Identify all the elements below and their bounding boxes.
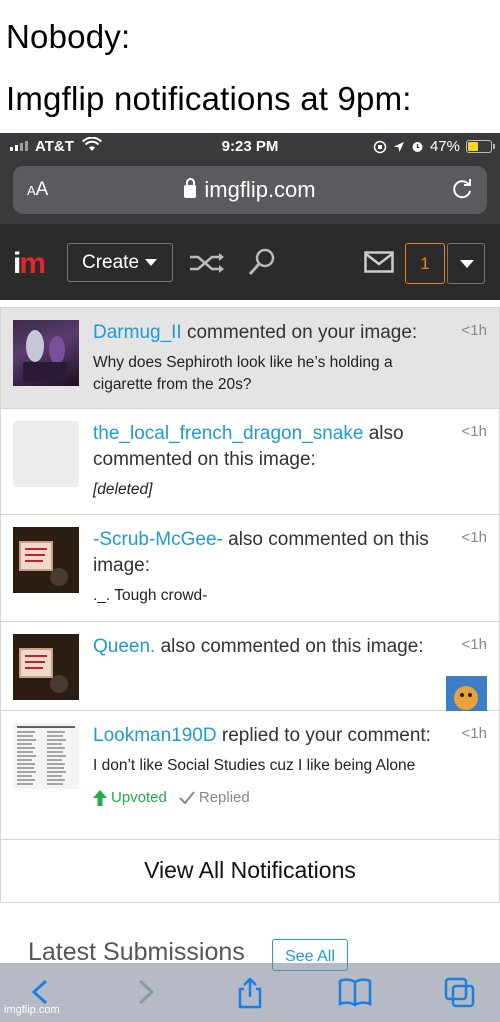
image-thumbnail[interactable] — [13, 527, 79, 593]
chevron-down-icon — [145, 259, 158, 266]
timestamp: <1h — [461, 725, 487, 742]
safari-toolbar — [0, 963, 500, 1022]
reply-status: Replied — [179, 785, 250, 811]
safari-url-area: AA imgflip.com — [0, 161, 500, 224]
notification-item[interactable]: the_local_french_dragon_snake also comme… — [0, 409, 500, 515]
bookmarks-icon[interactable] — [338, 977, 372, 1007]
username-link[interactable]: the_local_french_dragon_snake — [93, 423, 363, 444]
notification-count-button[interactable]: 1 — [405, 243, 445, 284]
url-text: imgflip.com — [204, 177, 316, 202]
notification-item[interactable]: Lookman190D replied to your comment: I d… — [0, 711, 500, 840]
shuffle-icon[interactable] — [188, 249, 228, 277]
upvote-button[interactable]: Upvoted — [93, 785, 167, 811]
comment-text: [deleted] — [93, 481, 153, 498]
orientation-lock-icon — [373, 140, 387, 153]
image-thumbnail[interactable] — [13, 723, 79, 789]
caption-line-2: Imgflip notifications at 9pm: — [6, 80, 412, 117]
username-link[interactable]: Queen. — [93, 636, 155, 657]
location-icon — [393, 141, 404, 152]
username-link[interactable]: -Scrub-McGee- — [93, 529, 223, 550]
lock-icon — [184, 178, 197, 198]
arrow-up-icon — [93, 790, 107, 806]
timestamp: <1h — [461, 636, 487, 653]
timestamp: <1h — [461, 529, 487, 546]
imgflip-logo[interactable]: im — [13, 247, 46, 281]
url-bar[interactable]: AA imgflip.com — [13, 166, 487, 214]
imgflip-watermark: imgflip.com — [4, 1004, 60, 1016]
image-thumbnail[interactable] — [13, 421, 79, 487]
caption-line-1: Nobody: — [6, 18, 131, 55]
comment-text: Why does Sephiroth look like he’s holdin… — [93, 354, 393, 393]
username-link[interactable]: Darmug_II — [93, 322, 182, 343]
timestamp: <1h — [461, 322, 487, 339]
checkmark-icon — [179, 791, 195, 805]
comment-text: ._. Tough crowd- — [93, 587, 208, 604]
notifications-list: Darmug_II commented on your image: Why d… — [0, 307, 500, 903]
battery-percent: 47% — [429, 138, 460, 155]
user-dropdown-button[interactable] — [447, 243, 485, 284]
commenter-image-thumbnail[interactable] — [446, 676, 487, 714]
comment-text: I don’t like Social Studies cuz I like b… — [93, 757, 416, 774]
notification-item[interactable]: Darmug_II commented on your image: Why d… — [0, 307, 500, 409]
tabs-icon[interactable] — [444, 977, 476, 1009]
reload-icon[interactable] — [449, 176, 475, 202]
back-icon[interactable] — [28, 977, 52, 1007]
username-link[interactable]: Lookman190D — [93, 725, 217, 746]
battery-icon — [466, 140, 495, 153]
timestamp: <1h — [461, 423, 487, 440]
share-icon[interactable] — [235, 977, 265, 1009]
imgflip-navbar: im Create 1 — [0, 224, 500, 300]
ios-status-bar: AT&T 9:23 PM 47% — [0, 133, 500, 161]
mail-icon[interactable] — [364, 251, 394, 273]
image-thumbnail[interactable] — [13, 634, 79, 700]
forward-icon[interactable] — [134, 977, 158, 1007]
search-icon[interactable] — [246, 246, 278, 278]
alarm-icon — [412, 142, 423, 152]
notification-item[interactable]: Queen. also commented on this image: <1h — [0, 622, 500, 714]
image-thumbnail[interactable] — [13, 320, 79, 386]
create-button[interactable]: Create — [67, 243, 173, 282]
view-all-notifications-button[interactable]: View All Notifications — [0, 840, 500, 903]
notification-item[interactable]: -Scrub-McGee- also commented on this ima… — [0, 515, 500, 622]
